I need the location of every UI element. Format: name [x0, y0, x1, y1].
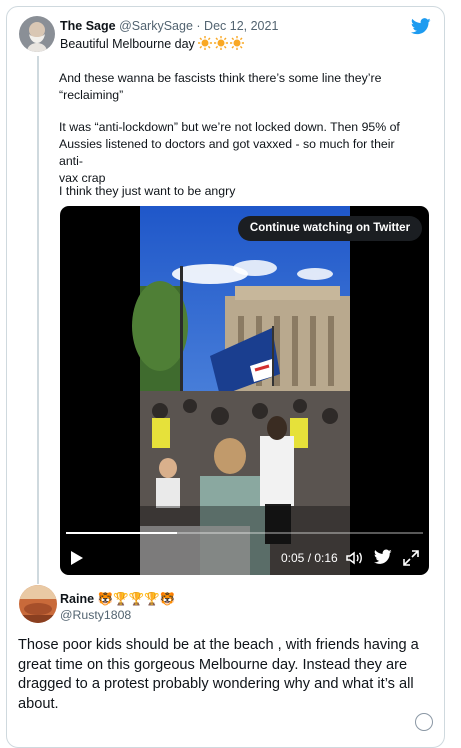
author-handle[interactable]: @SarkySage — [119, 19, 193, 33]
first-line-text: Beautiful Melbourne day — [60, 36, 195, 51]
tweet-paragraph-1: And these wanna be fascists think there’… — [59, 71, 382, 102]
reply-author: Raine 🐯🏆🏆🏆🐯 — [60, 592, 175, 607]
continue-watching-button[interactable]: Continue watching on Twitter — [238, 216, 422, 241]
reply-avatar[interactable] — [19, 585, 57, 623]
reply-text: Those poor kids should be at the beach ,… — [18, 637, 419, 712]
fullscreen-icon[interactable] — [402, 549, 420, 567]
tweet-date[interactable]: Dec 12, 2021 — [204, 19, 278, 33]
video-player[interactable] — [60, 206, 429, 575]
play-icon[interactable] — [70, 550, 84, 566]
tweet-first-line: Beautiful Melbourne day — [60, 36, 246, 53]
tweet-header: The Sage @SarkySage · Dec 12, 2021 — [60, 19, 278, 34]
video-time: 0:05 / 0:16 — [281, 551, 338, 565]
reply-author-emojis: 🐯🏆🏆🏆🐯 — [97, 592, 176, 606]
video-progress-bar[interactable] — [66, 532, 423, 534]
separator: · — [196, 19, 201, 33]
twitter-icon[interactable] — [373, 549, 392, 567]
twitter-bird-icon[interactable] — [410, 18, 431, 35]
author-avatar[interactable] — [19, 16, 55, 52]
reply-author-name[interactable]: Raine — [60, 592, 94, 606]
video-frame — [60, 206, 429, 575]
sun-emojis — [198, 36, 246, 53]
thread-line — [37, 56, 39, 584]
volume-icon[interactable] — [345, 549, 363, 567]
reply-handle[interactable]: @Rusty1808 — [60, 608, 131, 622]
more-icon[interactable] — [415, 713, 433, 731]
author-name[interactable]: The Sage — [60, 19, 116, 33]
tweet-paragraph-2: It was “anti-lockdown” but we’re not loc… — [59, 120, 400, 185]
video-progress-fill — [66, 532, 177, 534]
tweet-paragraph-3: I think they just want to be angry — [59, 184, 236, 198]
